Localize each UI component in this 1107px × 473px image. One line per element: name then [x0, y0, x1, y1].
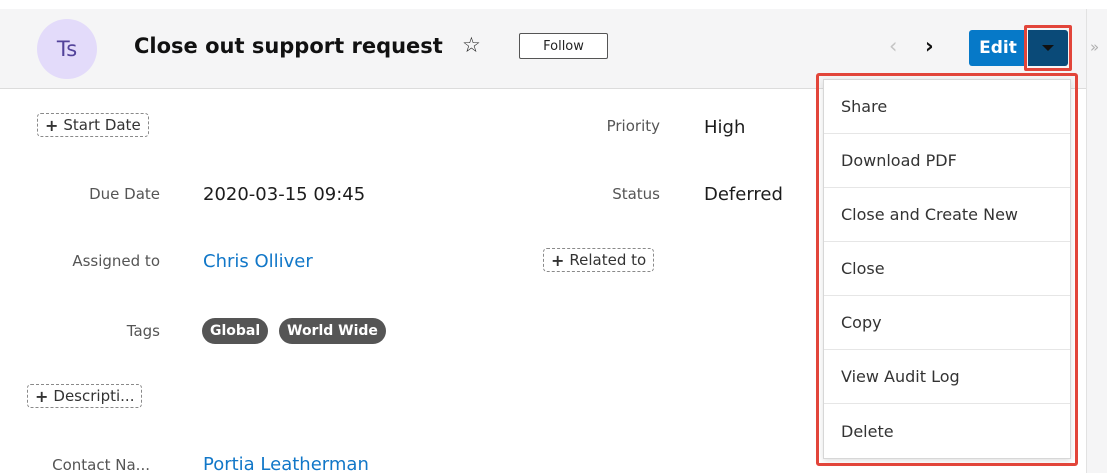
add-related-to-label: Related to — [569, 251, 647, 269]
tag-badge: Global — [202, 318, 269, 344]
status-label: Status — [612, 185, 660, 203]
assigned-to-link[interactable]: Chris Olliver — [203, 251, 313, 272]
star-icon[interactable]: ☆ — [462, 33, 481, 57]
menu-item-close-and-create-new[interactable]: Close and Create New — [824, 188, 1070, 242]
status-value[interactable]: Deferred — [704, 184, 783, 205]
menu-item-download-pdf[interactable]: Download PDF — [824, 134, 1070, 188]
right-rail — [1086, 9, 1107, 473]
top-strip — [0, 0, 1107, 9]
previous-record-icon[interactable]: ‹ — [889, 34, 897, 58]
menu-item-delete[interactable]: Delete — [824, 404, 1070, 458]
add-description-button[interactable]: + Descripti... — [27, 384, 143, 408]
menu-item-view-audit-log[interactable]: View Audit Log — [824, 350, 1070, 404]
add-start-date-label: Start Date — [63, 116, 141, 134]
tags-label: Tags — [126, 322, 160, 340]
contact-name-label: Contact Na... — [52, 456, 150, 473]
expand-rail-icon[interactable]: » — [1090, 38, 1099, 56]
menu-item-close[interactable]: Close — [824, 242, 1070, 296]
menu-item-share[interactable]: Share — [824, 80, 1070, 134]
actions-dropdown-button[interactable] — [1028, 30, 1068, 66]
next-record-icon[interactable]: › — [925, 34, 934, 58]
priority-label: Priority — [606, 117, 660, 135]
follow-button[interactable]: Follow — [519, 33, 608, 59]
plus-icon: + — [45, 115, 59, 135]
edit-button[interactable]: Edit — [969, 30, 1027, 66]
add-description-label: Descripti... — [53, 387, 135, 405]
plus-icon: + — [35, 386, 49, 406]
actions-dropdown-menu: Share Download PDF Close and Create New … — [823, 79, 1071, 459]
assigned-to-label: Assigned to — [72, 252, 160, 270]
contact-name-link[interactable]: Portia Leatherman — [203, 454, 369, 473]
menu-item-copy[interactable]: Copy — [824, 296, 1070, 350]
caret-down-icon — [1042, 45, 1054, 51]
add-related-to-button[interactable]: + Related to — [543, 248, 655, 272]
add-start-date-button[interactable]: + Start Date — [37, 113, 149, 137]
due-date-label: Due Date — [89, 185, 160, 203]
tag-badge: World Wide — [279, 318, 386, 344]
avatar: Ts — [37, 19, 97, 79]
due-date-value[interactable]: 2020-03-15 09:45 — [203, 184, 365, 205]
page-title: Close out support request — [134, 34, 443, 58]
priority-value[interactable]: High — [704, 117, 745, 138]
plus-icon: + — [551, 250, 565, 270]
